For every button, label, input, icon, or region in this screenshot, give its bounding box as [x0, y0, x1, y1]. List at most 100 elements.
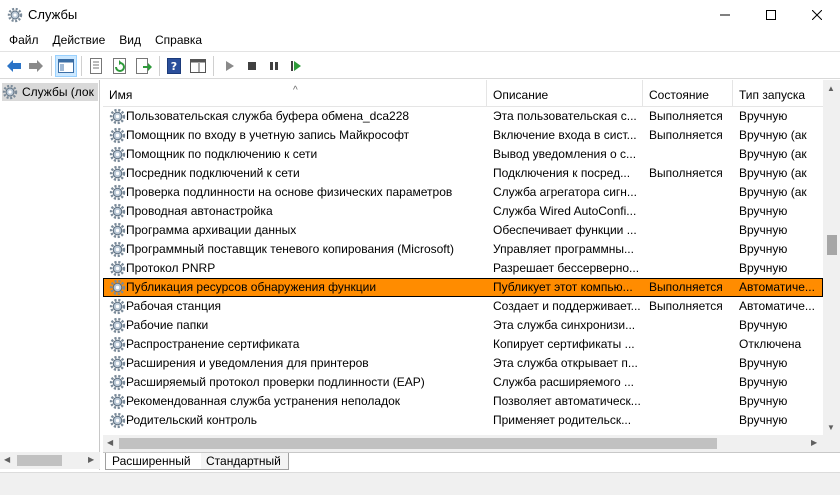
- properties-button[interactable]: [85, 55, 107, 77]
- service-row[interactable]: Рекомендованная служба устранения непола…: [103, 392, 823, 411]
- service-name: Распространение сертификата: [126, 337, 300, 351]
- horizontal-scrollbar[interactable]: ◀ ▶: [103, 435, 823, 452]
- service-row[interactable]: Публикация ресурсов обнаружения функции П…: [103, 278, 823, 297]
- service-gear-icon: [109, 241, 126, 258]
- service-row[interactable]: Расширяемый протокол проверки подлинност…: [103, 373, 823, 392]
- close-button[interactable]: [794, 0, 840, 30]
- services-list: Имя ^ Описание Состояние Тип запуска Пол…: [103, 80, 840, 452]
- column-header-startup-type[interactable]: Тип запуска: [733, 80, 823, 107]
- service-row[interactable]: Протокол PNRP Разрешает бессерверно... Вру…: [103, 259, 823, 278]
- column-header-state[interactable]: Состояние: [643, 80, 733, 107]
- service-row[interactable]: Проверка подлинности на основе физически…: [103, 183, 823, 202]
- service-startup-type: Вручную (ак: [739, 185, 807, 199]
- service-name: Родительский контроль: [126, 413, 257, 427]
- service-description: Служба агрегатора сигн...: [493, 185, 637, 199]
- service-state: [649, 221, 733, 240]
- close-icon: [812, 10, 822, 20]
- service-description: Служба Wired AutoConfi...: [493, 204, 637, 218]
- service-state: [649, 316, 733, 335]
- menu-file[interactable]: Файл: [0, 30, 46, 50]
- service-gear-icon: [109, 146, 126, 163]
- menu-help[interactable]: Справка: [148, 30, 209, 50]
- restart-icon: [291, 61, 301, 71]
- help-button[interactable]: ?: [163, 55, 185, 77]
- scroll-right-arrow-icon[interactable]: ▶: [88, 455, 94, 464]
- service-row[interactable]: Пользовательская служба буфера обмена_dc…: [103, 107, 823, 126]
- service-row[interactable]: Родительский контроль Применяет родительс…: [103, 411, 823, 430]
- refresh-button[interactable]: [109, 55, 131, 77]
- service-description: Вывод уведомления о с...: [493, 147, 637, 161]
- service-state: [649, 145, 733, 164]
- service-row[interactable]: Рабочая станция Создает и поддерживает...…: [103, 297, 823, 316]
- tab-standard[interactable]: Стандартный: [199, 453, 289, 470]
- service-startup-type: Вручную: [739, 375, 788, 389]
- title-bar: Службы: [0, 0, 840, 30]
- export-list-button[interactable]: [133, 55, 155, 77]
- service-startup-type: Отключена: [739, 337, 802, 351]
- service-row[interactable]: Распространение сертификата Копирует серт…: [103, 335, 823, 354]
- column-header-name[interactable]: Имя ^: [103, 80, 487, 107]
- service-gear-icon: [109, 393, 126, 410]
- services-gear-icon: [2, 84, 18, 100]
- menu-view[interactable]: Вид: [112, 30, 148, 50]
- maximize-button[interactable]: [748, 0, 794, 30]
- service-row[interactable]: Посредник подключений к сети Подключения …: [103, 164, 823, 183]
- service-row[interactable]: Программа архивации данных Обеспечивает ф…: [103, 221, 823, 240]
- maximize-icon: [766, 10, 776, 20]
- vertical-scrollbar[interactable]: ▲ ▼: [823, 80, 840, 435]
- column-header-description[interactable]: Описание: [487, 80, 643, 107]
- svg-text:?: ?: [171, 60, 177, 73]
- export-list-icon: [136, 58, 152, 74]
- service-startup-type: Вручную: [739, 413, 788, 427]
- service-gear-icon: [109, 165, 126, 182]
- service-row[interactable]: Программный поставщик теневого копирован…: [103, 240, 823, 259]
- service-state: Выполняется: [649, 128, 723, 142]
- scroll-left-arrow-icon[interactable]: ◀: [4, 455, 10, 464]
- service-row[interactable]: Проводная автонастройка Служба Wired Auto…: [103, 202, 823, 221]
- pause-service-button[interactable]: [263, 55, 285, 77]
- service-name: Помощник по подключению к сети: [126, 147, 318, 161]
- service-description: Подключения к посред...: [493, 166, 631, 180]
- service-row[interactable]: Помощник по подключению к сети Вывод увед…: [103, 145, 823, 164]
- restart-service-button[interactable]: [285, 55, 307, 77]
- back-button[interactable]: [3, 55, 25, 77]
- refresh-icon: [113, 58, 126, 74]
- tree-item-services-local[interactable]: Службы (лок: [2, 83, 98, 101]
- service-startup-type: Вручную (ак: [739, 128, 807, 142]
- minimize-button[interactable]: [702, 0, 748, 30]
- service-description: Разрешает бессерверно...: [493, 261, 640, 275]
- console-tree-icon: [58, 59, 74, 73]
- show-hide-console-tree-button[interactable]: [55, 55, 77, 77]
- show-action-pane-button[interactable]: [187, 55, 209, 77]
- service-startup-type: Вручную: [739, 242, 788, 256]
- service-row[interactable]: Расширения и уведомления для принтеров Эт…: [103, 354, 823, 373]
- scroll-down-arrow-icon[interactable]: ▼: [827, 423, 835, 432]
- service-row[interactable]: Помощник по входу в учетную запись Майкр…: [103, 126, 823, 145]
- column-header-state-label: Состояние: [649, 88, 709, 102]
- service-state: [649, 259, 733, 278]
- scrollbar-thumb[interactable]: [119, 438, 717, 449]
- service-gear-icon: [109, 317, 126, 334]
- service-name: Программа архивации данных: [126, 223, 297, 237]
- service-gear-icon: [109, 355, 126, 372]
- tab-extended[interactable]: Расширенный: [105, 453, 201, 470]
- service-description: Эта служба синхронизи...: [493, 318, 636, 332]
- forward-button[interactable]: [25, 55, 47, 77]
- scrollbar-thumb[interactable]: [17, 455, 62, 466]
- menu-action[interactable]: Действие: [46, 30, 113, 50]
- start-service-button[interactable]: [219, 55, 241, 77]
- view-tabs: Стандартный Расширенный: [103, 452, 840, 470]
- stop-service-button[interactable]: [241, 55, 263, 77]
- service-row[interactable]: Рабочие папки Эта служба синхронизи... Вру…: [103, 316, 823, 335]
- scroll-up-arrow-icon[interactable]: ▲: [827, 84, 835, 93]
- scroll-right-arrow-icon[interactable]: ▶: [811, 438, 817, 447]
- scroll-left-arrow-icon[interactable]: ◀: [107, 438, 113, 447]
- service-name: Расширяемый протокол проверки подлинност…: [126, 375, 425, 389]
- service-description: Управляет программны...: [493, 242, 634, 256]
- tree-horizontal-scrollbar[interactable]: ◀ ▶: [0, 452, 100, 469]
- menu-bar: Файл Действие Вид Справка: [0, 30, 840, 50]
- column-header-description-label: Описание: [493, 88, 549, 102]
- service-description: Эта пользовательская с...: [493, 109, 637, 123]
- scrollbar-thumb[interactable]: [827, 235, 837, 255]
- service-name: Рабочие папки: [126, 318, 209, 332]
